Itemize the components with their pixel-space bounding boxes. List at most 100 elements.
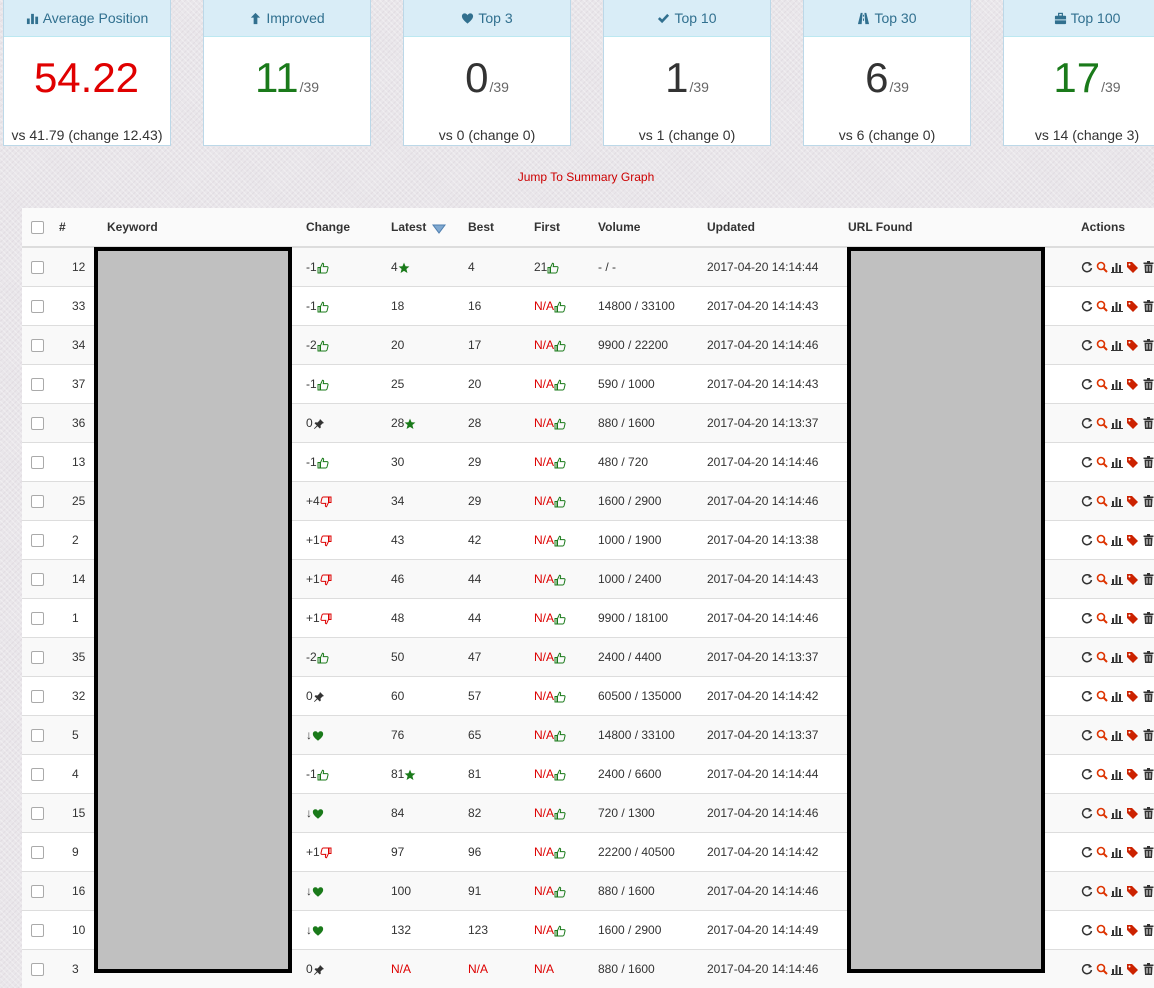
refresh-icon[interactable]: [1081, 690, 1093, 702]
search-icon[interactable]: [1096, 885, 1108, 897]
bar-chart-icon[interactable]: [1111, 339, 1123, 351]
row-checkbox[interactable]: [31, 417, 44, 430]
trash-icon[interactable]: [1143, 885, 1154, 897]
url-header[interactable]: URL Found: [848, 208, 1061, 247]
latest-header[interactable]: Latest: [391, 208, 468, 247]
tags-icon[interactable]: [1126, 261, 1140, 273]
bar-chart-icon[interactable]: [1111, 612, 1123, 624]
tags-icon[interactable]: [1126, 378, 1140, 390]
refresh-icon[interactable]: [1081, 534, 1093, 546]
row-checkbox[interactable]: [31, 729, 44, 742]
row-checkbox[interactable]: [31, 690, 44, 703]
tags-icon[interactable]: [1126, 690, 1140, 702]
search-icon[interactable]: [1096, 690, 1108, 702]
tags-icon[interactable]: [1126, 495, 1140, 507]
row-checkbox[interactable]: [31, 456, 44, 469]
refresh-icon[interactable]: [1081, 846, 1093, 858]
row-checkbox[interactable]: [31, 963, 44, 976]
volume-header[interactable]: Volume: [598, 208, 707, 247]
row-checkbox[interactable]: [31, 885, 44, 898]
search-icon[interactable]: [1096, 417, 1108, 429]
trash-icon[interactable]: [1143, 339, 1154, 351]
refresh-icon[interactable]: [1081, 378, 1093, 390]
bar-chart-icon[interactable]: [1111, 378, 1123, 390]
bar-chart-icon[interactable]: [1111, 768, 1123, 780]
row-checkbox[interactable]: [31, 924, 44, 937]
tags-icon[interactable]: [1126, 612, 1140, 624]
bar-chart-icon[interactable]: [1111, 495, 1123, 507]
updated-header[interactable]: Updated: [707, 208, 848, 247]
tags-icon[interactable]: [1126, 456, 1140, 468]
search-icon[interactable]: [1096, 573, 1108, 585]
bar-chart-icon[interactable]: [1111, 573, 1123, 585]
tags-icon[interactable]: [1126, 417, 1140, 429]
bar-chart-icon[interactable]: [1111, 456, 1123, 468]
trash-icon[interactable]: [1143, 963, 1154, 975]
trash-icon[interactable]: [1143, 612, 1154, 624]
search-icon[interactable]: [1096, 651, 1108, 663]
refresh-icon[interactable]: [1081, 651, 1093, 663]
tags-icon[interactable]: [1126, 846, 1140, 858]
tags-icon[interactable]: [1126, 885, 1140, 897]
trash-icon[interactable]: [1143, 534, 1154, 546]
search-icon[interactable]: [1096, 534, 1108, 546]
row-checkbox[interactable]: [31, 573, 44, 586]
row-checkbox[interactable]: [31, 495, 44, 508]
refresh-icon[interactable]: [1081, 339, 1093, 351]
refresh-icon[interactable]: [1081, 768, 1093, 780]
row-checkbox[interactable]: [31, 612, 44, 625]
refresh-icon[interactable]: [1081, 573, 1093, 585]
row-checkbox[interactable]: [31, 300, 44, 313]
bar-chart-icon[interactable]: [1111, 963, 1123, 975]
bar-chart-icon[interactable]: [1111, 729, 1123, 741]
search-icon[interactable]: [1096, 846, 1108, 858]
bar-chart-icon[interactable]: [1111, 885, 1123, 897]
search-icon[interactable]: [1096, 612, 1108, 624]
trash-icon[interactable]: [1143, 924, 1154, 936]
bar-chart-icon[interactable]: [1111, 924, 1123, 936]
search-icon[interactable]: [1096, 807, 1108, 819]
search-icon[interactable]: [1096, 495, 1108, 507]
trash-icon[interactable]: [1143, 300, 1154, 312]
trash-icon[interactable]: [1143, 417, 1154, 429]
trash-icon[interactable]: [1143, 495, 1154, 507]
bar-chart-icon[interactable]: [1111, 807, 1123, 819]
trash-icon[interactable]: [1143, 729, 1154, 741]
bar-chart-icon[interactable]: [1111, 690, 1123, 702]
tags-icon[interactable]: [1126, 729, 1140, 741]
search-icon[interactable]: [1096, 729, 1108, 741]
id-header[interactable]: #: [55, 208, 107, 247]
tags-icon[interactable]: [1126, 651, 1140, 663]
change-header[interactable]: Change: [306, 208, 391, 247]
select-all-checkbox[interactable]: [31, 221, 44, 234]
bar-chart-icon[interactable]: [1111, 846, 1123, 858]
row-checkbox[interactable]: [31, 339, 44, 352]
search-icon[interactable]: [1096, 300, 1108, 312]
jump-to-summary-link[interactable]: Jump To Summary Graph: [0, 170, 1154, 184]
refresh-icon[interactable]: [1081, 261, 1093, 273]
trash-icon[interactable]: [1143, 378, 1154, 390]
search-icon[interactable]: [1096, 339, 1108, 351]
tags-icon[interactable]: [1126, 807, 1140, 819]
search-icon[interactable]: [1096, 378, 1108, 390]
tags-icon[interactable]: [1126, 339, 1140, 351]
tags-icon[interactable]: [1126, 768, 1140, 780]
bar-chart-icon[interactable]: [1111, 300, 1123, 312]
bar-chart-icon[interactable]: [1111, 417, 1123, 429]
row-checkbox[interactable]: [31, 534, 44, 547]
tags-icon[interactable]: [1126, 573, 1140, 585]
row-checkbox[interactable]: [31, 651, 44, 664]
best-header[interactable]: Best: [468, 208, 534, 247]
tags-icon[interactable]: [1126, 963, 1140, 975]
sort-desc-icon[interactable]: [432, 222, 446, 234]
trash-icon[interactable]: [1143, 573, 1154, 585]
refresh-icon[interactable]: [1081, 807, 1093, 819]
trash-icon[interactable]: [1143, 846, 1154, 858]
trash-icon[interactable]: [1143, 690, 1154, 702]
search-icon[interactable]: [1096, 261, 1108, 273]
trash-icon[interactable]: [1143, 807, 1154, 819]
search-icon[interactable]: [1096, 924, 1108, 936]
bar-chart-icon[interactable]: [1111, 261, 1123, 273]
tags-icon[interactable]: [1126, 300, 1140, 312]
row-checkbox[interactable]: [31, 261, 44, 274]
